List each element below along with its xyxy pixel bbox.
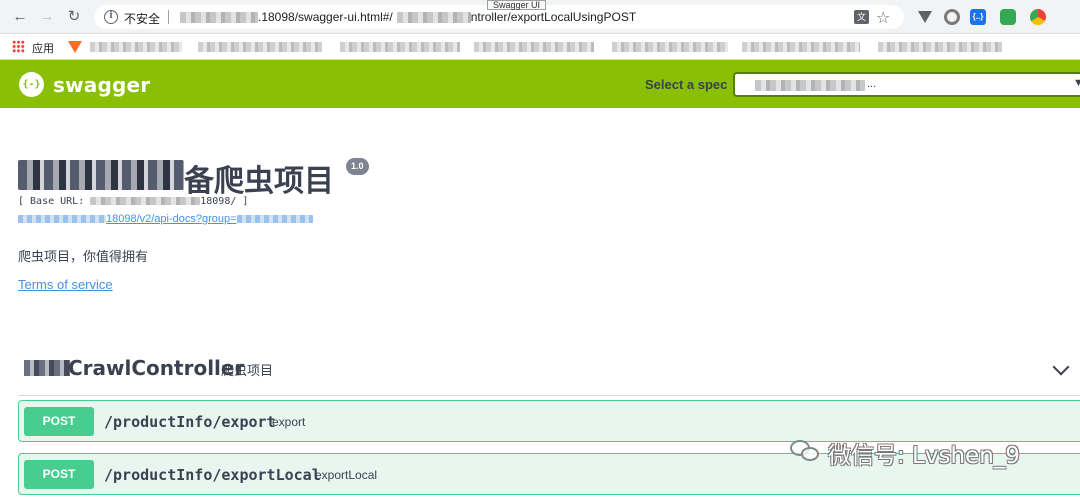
gitlab-icon[interactable] [68, 41, 82, 53]
url-visible-part-2: ntroller/exportLocalUsingPOST [470, 10, 637, 24]
operation-path[interactable]: /productInfo/exportLocal [104, 466, 321, 484]
swagger-topbar: {-} swagger Select a spec ... ▼ [0, 60, 1080, 108]
redacted-controller-prefix [24, 360, 70, 376]
operation-summary: exportLocal [315, 468, 378, 482]
redacted-bookmark[interactable] [474, 42, 594, 52]
swagger-logo-text[interactable]: swagger [53, 73, 150, 97]
browser-toolbar: ← → ↻ i 不安全 .18098/swagger-ui.html#/ ntro… [0, 0, 1080, 34]
swagger-logo-icon[interactable]: {-} [19, 72, 44, 97]
url-text[interactable]: .18098/swagger-ui.html#/ ntroller/exportL… [180, 10, 636, 24]
wechat-icon [790, 438, 820, 464]
back-arrow-icon[interactable]: ← [10, 7, 30, 27]
terms-of-service-link[interactable]: Terms of service [18, 277, 113, 292]
page-title: 备爬虫项目 [184, 164, 334, 199]
redacted-link-host [18, 215, 106, 224]
redacted-host [180, 12, 258, 24]
operation-summary: export [272, 415, 306, 429]
api-docs-link[interactable]: 18098/v2/api-docs?group= [18, 213, 313, 225]
api-description: 爬虫项目，你值得拥有 [18, 249, 149, 264]
controller-divider [18, 395, 1080, 396]
screen: ← → ↻ i 不安全 .18098/swagger-ui.html#/ ntro… [0, 0, 1080, 502]
url-visible-part-1: .18098/swagger-ui.html#/ [258, 10, 393, 24]
extension-funnel-icon[interactable] [918, 11, 932, 23]
bookmark-star-icon[interactable]: ☆ [876, 8, 890, 28]
base-url-prefix: [ Base URL: [18, 196, 91, 207]
redacted-bookmark[interactable] [742, 42, 860, 52]
redacted-bookmark[interactable] [612, 42, 728, 52]
chevron-down-icon: ▼ [1073, 77, 1080, 89]
version-badge: 1.0 [346, 158, 369, 175]
operation-path[interactable]: /productInfo/export [104, 413, 276, 431]
forward-arrow-icon[interactable]: → [37, 7, 57, 27]
translate-icon[interactable]: 文 [854, 10, 869, 24]
spec-value-ellipsis: ... [867, 78, 877, 90]
redacted-base-host [90, 197, 201, 205]
controller-description: 爬虫项目 [221, 363, 274, 378]
address-separator [168, 10, 169, 24]
redacted-spec-name [755, 80, 865, 91]
base-url-suffix: 18098/ ] [200, 196, 249, 207]
redacted-bookmark[interactable] [340, 42, 460, 52]
api-docs-link-text[interactable]: 18098/v2/api-docs?group= [106, 213, 237, 225]
security-label: 不安全 [124, 12, 161, 26]
spec-select[interactable]: ... ▼ [733, 72, 1080, 97]
redacted-path [396, 12, 471, 24]
extension-json-icon[interactable]: {..} [970, 9, 986, 25]
bookmarks-bar: 应用 [0, 34, 1080, 60]
redacted-bookmark[interactable] [90, 42, 182, 52]
method-badge: POST [24, 460, 94, 489]
info-icon[interactable]: i [104, 10, 118, 24]
extension-green-icon[interactable] [1000, 9, 1016, 25]
method-badge: POST [24, 407, 94, 436]
redacted-bookmark[interactable] [878, 42, 1002, 52]
redacted-link-group [236, 215, 313, 224]
redacted-title-prefix [18, 160, 184, 190]
watermark-text: 微信号: Lvshen_9 [828, 443, 1020, 469]
tab-tooltip: Swagger UI [487, 0, 547, 10]
redacted-bookmark[interactable] [198, 42, 322, 52]
base-url: [ Base URL: 18098/ ] [18, 196, 248, 207]
reload-icon[interactable]: ↻ [64, 7, 84, 27]
extension-circle-icon[interactable] [944, 9, 960, 25]
bookmark-apps[interactable]: 应用 [32, 40, 54, 56]
controller-name[interactable]: CrawlController [68, 356, 244, 380]
select-spec-label: Select a spec [645, 77, 728, 92]
chevron-down-icon[interactable] [1052, 358, 1070, 376]
extension-colorful-icon[interactable] [1030, 9, 1046, 25]
apps-grid-icon[interactable] [12, 40, 25, 53]
